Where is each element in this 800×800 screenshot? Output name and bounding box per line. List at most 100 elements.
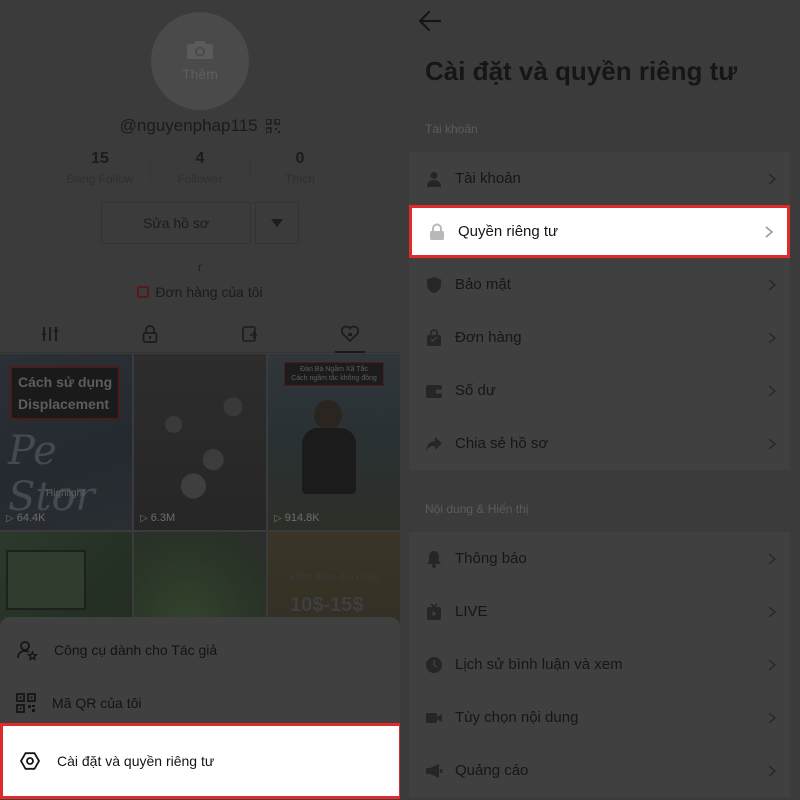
settings-item-notifications[interactable]: Thông báo [409, 532, 790, 585]
settings-item-label: Tài khoản [455, 170, 521, 187]
settings-item-ads[interactable]: Quảng cáo [409, 744, 790, 797]
shield-icon [425, 276, 443, 294]
settings-item-account[interactable]: Tài khoản [409, 152, 790, 205]
megaphone-icon [425, 762, 443, 780]
my-orders-label: Đơn hàng của tôi [155, 284, 263, 300]
avatar-add-label: Thêm [182, 66, 218, 82]
settings-gear-icon [20, 752, 40, 770]
menu-item-label: Công cụ dành cho Tác giả [54, 641, 218, 658]
stat-followers[interactable]: 4 Follower [150, 150, 250, 186]
settings-item-label: Lịch sử bình luận và xem [455, 656, 623, 673]
share-icon [425, 435, 443, 453]
username-row: @nguyenphap115 [0, 116, 400, 136]
settings-item-label: Chia sẻ hồ sơ [455, 435, 549, 452]
stat-label: Thích [284, 172, 315, 186]
video-camera-icon [425, 709, 443, 727]
video-thumbnail[interactable]: Đàn Bà Ngầm Xã Tắc Cách ngầm tắc không đ… [268, 354, 400, 530]
video-title-overlay: Đàn Bà Ngầm Xã Tắc Cách ngầm tắc không đ… [284, 362, 384, 386]
settings-group-account: Tài khoản Quyền riêng tư Bảo mật Đơn hàn… [409, 152, 790, 470]
view-count: 64.4K [6, 512, 46, 524]
menu-item-label: Cài đặt và quyền riêng tư [57, 753, 215, 769]
grid-bars-icon [42, 326, 58, 341]
monitor-graphic [6, 550, 86, 610]
heart-icon [340, 325, 360, 342]
tab-reposts[interactable] [200, 315, 300, 352]
settings-item-security[interactable]: Bảo mật [409, 258, 790, 311]
person-body-graphic [302, 428, 356, 494]
menu-item-creator-tools[interactable]: Công cụ dành cho Tác giả [0, 623, 400, 676]
profile-tabs [0, 315, 400, 353]
video-title-line: Đàn Bà Ngầm Xã Tắc [300, 366, 368, 373]
settings-item-label: Số dư [455, 382, 496, 399]
settings-item-history[interactable]: Lịch sử bình luận và xem [409, 638, 790, 691]
settings-group-content: Thông báo LIVE Lịch sử bình luận và xem … [409, 532, 790, 797]
settings-item-balance[interactable]: Số dư [409, 364, 790, 417]
stat-likes[interactable]: 0 Thích [250, 150, 350, 186]
settings-item-label: Quyền riêng tư [458, 223, 559, 240]
video-title-overlay: Cách sử dụng Displacement [10, 366, 121, 420]
edit-profile-button[interactable]: Sửa hồ sơ [101, 202, 251, 244]
chevron-right-icon [768, 605, 776, 618]
caret-down-icon [271, 219, 283, 227]
back-arrow-icon[interactable] [418, 10, 442, 32]
chevron-right-icon [768, 331, 776, 344]
lock-icon [428, 223, 446, 241]
settings-panel: Cài đặt và quyền riêng tư Tài khoản Tài … [400, 0, 800, 800]
tab-liked[interactable] [300, 315, 400, 353]
history-icon [425, 656, 443, 674]
stat-value: 15 [91, 150, 109, 167]
settings-item-label: Quảng cáo [455, 762, 529, 779]
video-title-line: Cách sử dụng [18, 374, 113, 390]
settings-item-label: LIVE [455, 603, 488, 620]
chevron-right-icon [768, 764, 776, 777]
stat-divider [150, 160, 151, 180]
chevron-right-icon [768, 278, 776, 291]
section-label-content: Nội dung & Hiển thị [425, 502, 529, 516]
video-title-line: Cách ngầm tắc không đồng [291, 375, 377, 382]
avatar[interactable]: Thêm [151, 12, 249, 110]
stat-value: 4 [195, 150, 205, 167]
profile-panel: Thêm @nguyenphap115 15 Đang Follow 4 Fol… [0, 0, 400, 800]
section-label-account: Tài khoản [425, 122, 478, 136]
menu-item-label: Mã QR của tôi [52, 694, 142, 711]
chevron-right-icon [768, 172, 776, 185]
tab-private[interactable] [100, 315, 200, 352]
username: @nguyenphap115 [119, 116, 258, 135]
settings-item-label: Tùy chọn nội dung [455, 709, 579, 726]
video-thumbnail[interactable]: Cách sử dụng Displacement Pe Stor Highli… [0, 354, 132, 530]
settings-item-live[interactable]: LIVE [409, 585, 790, 638]
tab-videos[interactable] [0, 315, 100, 352]
settings-item-orders[interactable]: Đơn hàng [409, 311, 790, 364]
settings-item-privacy[interactable]: Quyền riêng tư [409, 205, 790, 258]
chevron-right-icon [768, 658, 776, 671]
my-orders-link[interactable]: Đơn hàng của tôi [0, 284, 400, 300]
video-title-line: Displacement [18, 396, 110, 412]
shopping-bag-icon [425, 328, 443, 347]
settings-item-label: Đơn hàng [455, 329, 522, 346]
wallet-icon [425, 382, 443, 400]
settings-item-share-profile[interactable]: Chia sẻ hồ sơ [409, 417, 790, 470]
video-thumbnail[interactable]: 6.3M [134, 354, 266, 530]
stat-following[interactable]: 15 Đang Follow [50, 150, 150, 186]
qr-code-icon [16, 692, 36, 713]
stat-value: 0 [295, 150, 305, 167]
settings-item-content-preferences[interactable]: Tùy chọn nội dung [409, 691, 790, 744]
profile-more-button[interactable] [255, 202, 299, 244]
live-icon [425, 602, 443, 621]
stat-divider [250, 160, 251, 180]
bell-icon [425, 550, 443, 568]
settings-item-label: Bảo mật [455, 276, 511, 293]
creator-tools-icon [17, 640, 38, 661]
chevron-right-icon [768, 711, 776, 724]
page-title: Cài đặt và quyền riêng tư [425, 56, 738, 86]
repost-icon [242, 325, 258, 342]
lock-icon [142, 324, 158, 343]
neon-sign-graphic: Pe Stor [8, 428, 95, 520]
menu-item-qr-code[interactable]: Mã QR của tôi [0, 676, 400, 729]
chevron-right-icon [768, 552, 776, 565]
menu-item-settings-privacy[interactable]: Cài đặt và quyền riêng tư [0, 723, 400, 799]
qr-small-icon[interactable] [266, 119, 281, 133]
profile-menu-sheet: Công cụ dành cho Tác giả Mã QR của tôi C… [0, 617, 400, 800]
profile-stats: 15 Đang Follow 4 Follower 0 Thích [50, 150, 350, 186]
stat-label: Đang Follow [66, 172, 134, 186]
